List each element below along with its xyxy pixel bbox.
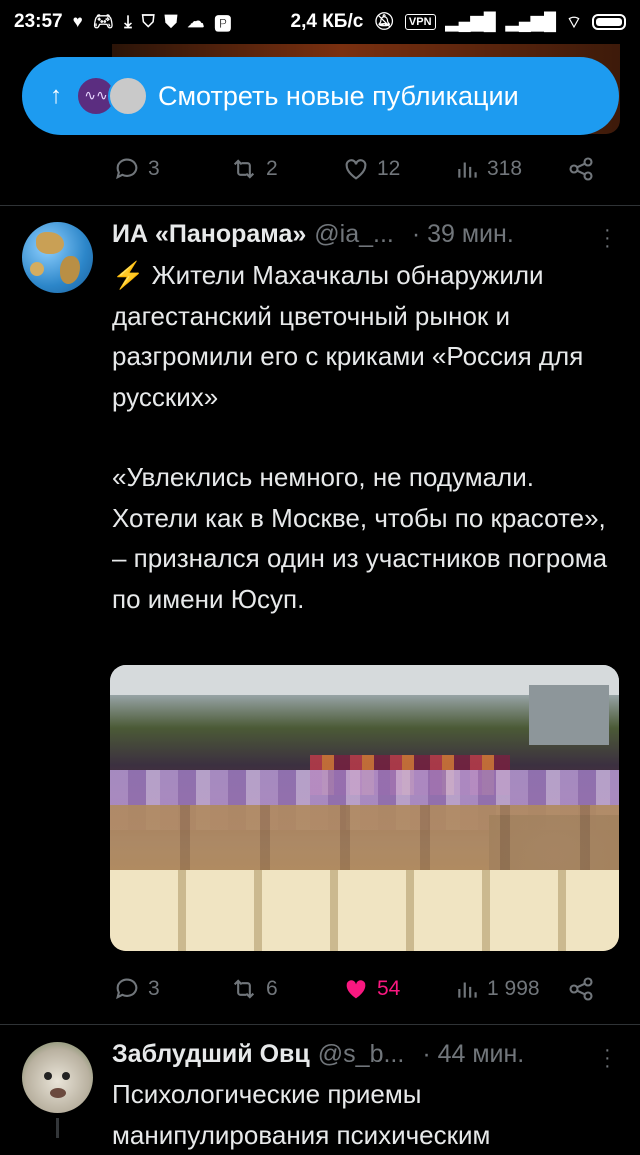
signal-icon: ▂▄▆█ xyxy=(505,12,557,31)
tweet-text: ⚡ Жители Махачкалы обнаружили дагестанск… xyxy=(112,255,617,619)
avatar[interactable] xyxy=(22,222,93,293)
vpn-icon: VPN xyxy=(404,14,436,30)
retweet-count: 6 xyxy=(266,977,278,1000)
download-icon: ⤓ xyxy=(124,12,132,31)
author-name[interactable]: ИА «Панорама» xyxy=(112,220,306,249)
parking-icon: 🅿︎ xyxy=(214,14,232,34)
tweet-paragraph: Психологические приемы манипулирования п… xyxy=(112,1079,491,1150)
retweet-button[interactable]: 2 xyxy=(228,155,278,183)
tweet-time[interactable]: · 39 мин. xyxy=(412,220,514,249)
tweet-paragraph: «Увлеклись немного, не подумали. Хотели … xyxy=(112,462,608,614)
signal-icon: ▂▄▆█ xyxy=(445,12,496,31)
avatar xyxy=(108,76,148,116)
status-bar: 23:57 ♥ 🎮︎ ⤓ ⛉ ⛊ ☁ 🅿︎ 2,4 КБ/с 🔕︎ VPN ▂▄… xyxy=(0,0,640,44)
divider xyxy=(0,1024,640,1025)
battery-icon xyxy=(592,14,626,30)
tweet-header: Заблудший Овц @s_b... · 44 мин. xyxy=(112,1040,617,1069)
divider xyxy=(0,205,640,206)
author-name[interactable]: Заблудший Овц xyxy=(112,1040,310,1069)
share-icon xyxy=(569,157,593,181)
views-button[interactable]: 318 xyxy=(455,155,522,183)
share-icon xyxy=(569,977,593,1001)
like-count: 12 xyxy=(377,157,401,180)
reply-button[interactable]: 3 xyxy=(112,155,160,183)
clock: 23:57 xyxy=(14,11,63,32)
more-options-icon[interactable]: · · · xyxy=(604,1040,611,1076)
new-posts-avatars: ∿∿ xyxy=(76,76,148,116)
reply-count: 3 xyxy=(148,157,160,180)
heart-icon: ♥ xyxy=(72,12,83,31)
like-button[interactable]: 12 xyxy=(341,155,400,183)
like-button[interactable]: 54 xyxy=(341,975,400,1003)
heart-icon xyxy=(345,159,367,180)
like-count: 54 xyxy=(377,977,401,1000)
views-icon xyxy=(458,162,477,178)
status-right: 2,4 КБ/с 🔕︎ VPN ▂▄▆█ ▂▄▆█ ⌔ xyxy=(290,11,626,33)
share-button[interactable] xyxy=(567,975,595,1003)
tweet-time[interactable]: · 44 мин. xyxy=(422,1040,524,1069)
wifi-icon: ⌔ xyxy=(566,12,582,32)
author-handle[interactable]: @ia_... xyxy=(314,220,394,249)
tweet-paragraph: ⚡ Жители Махачкалы обнаружили дагестанск… xyxy=(112,260,584,412)
views-count: 318 xyxy=(487,157,523,180)
status-left: 23:57 ♥ 🎮︎ ⤓ ⛉ ⛊ ☁ 🅿︎ xyxy=(14,10,231,35)
show-new-posts-button[interactable]: ↑ ∿∿ Смотреть новые публикации xyxy=(22,57,619,135)
heart-filled-icon xyxy=(346,980,366,999)
shield-icon: ⛉ xyxy=(141,12,155,31)
reply-count: 3 xyxy=(148,977,160,1000)
gamepad-icon: 🎮︎ xyxy=(92,12,115,31)
network-speed: 2,4 КБ/с xyxy=(290,11,364,32)
retweet-icon xyxy=(233,979,255,999)
arrow-up-icon: ↑ xyxy=(50,82,62,109)
tweet-media-image[interactable] xyxy=(110,665,619,951)
author-handle[interactable]: @s_b... xyxy=(318,1040,405,1069)
cloud-icon: ☁ xyxy=(187,12,205,31)
views-icon xyxy=(458,982,477,998)
mute-icon: 🔕︎ xyxy=(373,12,395,31)
retweet-button[interactable]: 6 xyxy=(228,975,278,1003)
tweet-text: Психологические приемы манипулирования п… xyxy=(112,1074,617,1155)
reply-icon xyxy=(116,978,138,1000)
reply-icon xyxy=(116,158,138,180)
more-options-icon[interactable]: · · · xyxy=(604,220,611,256)
tweet-header: ИА «Панорама» @ia_... · 39 мин. xyxy=(112,220,617,249)
views-count: 1 998 xyxy=(487,977,540,1000)
views-button[interactable]: 1 998 xyxy=(455,975,540,1003)
share-button[interactable] xyxy=(567,155,595,183)
show-new-posts-label: Смотреть новые публикации xyxy=(158,80,519,111)
shield-icon: ⛊ xyxy=(164,12,178,31)
avatar[interactable] xyxy=(22,1042,93,1113)
retweet-count: 2 xyxy=(266,157,278,180)
thread-line xyxy=(56,1118,59,1138)
reply-button[interactable]: 3 xyxy=(112,975,160,1003)
retweet-icon xyxy=(233,159,255,179)
